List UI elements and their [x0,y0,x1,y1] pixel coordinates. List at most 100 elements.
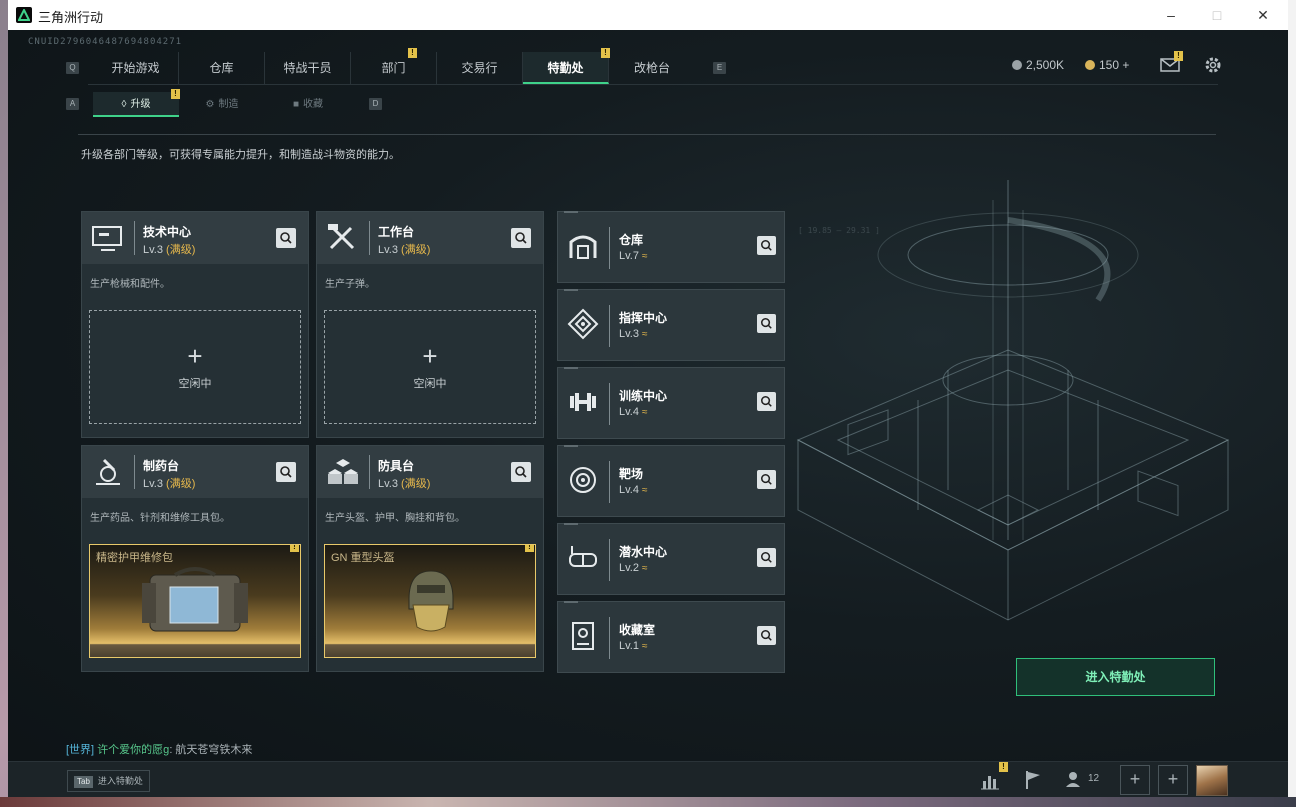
facility-level: Lv.4 ≈ [619,406,647,418]
level-value: Lv.3 [143,478,163,490]
facility-card-workbench[interactable]: 工作台 Lv.3 (满级) 生产子弹。 + 空闲中 [316,211,544,438]
facility-card-pharmacy[interactable]: 制药台 Lv.3 (满级) 生产药品、针剂和维修工具包。 精密护甲维修包 ! [81,445,309,672]
nav-next-key[interactable]: E [713,62,726,74]
maximize-button[interactable]: □ [1194,0,1240,30]
nav-prev-key[interactable]: Q [66,62,79,74]
tab-trade[interactable]: 交易行 [437,52,523,84]
chat-message[interactable]: [世界] 许个爱你的愿g: 航天苍穹铁木来 [66,741,252,757]
inspect-button[interactable] [757,626,776,645]
subnav-prev-key[interactable]: A [66,98,79,110]
minimize-button[interactable]: – [1148,0,1194,30]
repair-kit-image [142,567,248,632]
flag-button[interactable] [1018,765,1048,795]
facility-row-warehouse[interactable]: 仓库 Lv.7 ≈ [557,211,785,283]
tab-gunsmith[interactable]: 改枪台 [609,52,695,84]
panel-notch [564,445,578,447]
facility-row-diving-center[interactable]: 潜水中心 Lv.2 ≈ [557,523,785,595]
coin-balance[interactable]: 2,500K [1012,58,1064,72]
facility-row-shooting-range[interactable]: 靶场 Lv.4 ≈ [557,445,785,517]
inspect-button[interactable] [757,470,776,489]
craft-slot-empty[interactable]: + 空闲中 [324,310,536,424]
level-value: Lv.4 [619,406,639,418]
panel-notch [564,211,578,213]
dumbbell-icon [570,393,596,411]
ticket-icon [1085,60,1095,70]
facility-row-training-center[interactable]: 训练中心 Lv.4 ≈ [557,367,785,439]
row-divider [609,227,610,269]
tab-operators[interactable]: 特战干员 [265,52,351,84]
ticket-value: 150 [1099,58,1120,72]
enter-special-ops-button[interactable]: 进入特勤处 [1016,658,1215,696]
facility-row-collection-room[interactable]: 收藏室 Lv.1 ≈ [557,601,785,673]
sub-nav: ◊ 升级! ⚙ 制造 ■ 收藏 [93,89,351,117]
max-level-label: (满级) [166,478,196,490]
window-titlebar: 三角洲行动 – □ ✕ [8,0,1288,30]
inspect-button[interactable] [511,228,531,248]
stats-button[interactable]: ! [975,762,1008,795]
facility-description: 生产药品、针剂和维修工具包。 [90,513,230,524]
window-title: 三角洲行动 [38,10,104,25]
warehouse-icon [569,235,597,259]
inspect-button[interactable] [276,462,296,482]
tab-label: 交易行 [461,61,498,75]
craft-icon: ⚙ [205,99,215,110]
ticket-balance[interactable]: 150 + [1085,58,1129,72]
add-slot-button[interactable]: + [1158,765,1188,795]
upgrade-available-icon: ≈ [641,563,648,574]
add-currency-button[interactable]: + [1122,58,1129,72]
mail-button[interactable]: ! [1160,51,1183,73]
desktop-background-right [1288,0,1296,807]
facility-level: Lv.7 ≈ [619,250,647,262]
subnav-next-key[interactable]: D [369,98,382,110]
friends-button[interactable]: 12 [1064,765,1104,795]
craft-slot-empty[interactable]: + 空闲中 [89,310,301,424]
crafting-product[interactable]: GN 重型头盔 ! [324,544,536,658]
add-icon: + [422,341,438,371]
tab-start-game[interactable]: 开始游戏 [93,52,179,84]
add-slot-button[interactable]: + [1120,765,1150,795]
add-icon: + [187,341,203,371]
inspect-button[interactable] [757,236,776,255]
search-icon [515,232,527,244]
row-divider [609,461,610,503]
game-viewport: CNUID2796046487694804271 [19.85 — 29.31… [8,30,1288,797]
settings-button[interactable] [1204,56,1222,74]
inspect-button[interactable] [757,314,776,333]
tab-hint-button[interactable]: Tab 进入特勤处 [67,770,150,792]
subtab-collection[interactable]: ■ 收藏 [265,92,351,117]
facility-name: 靶场 [619,467,644,481]
player-uid: CNUID2796046487694804271 [28,37,183,47]
target-icon [570,467,596,493]
facility-card-armor-bench[interactable]: 防具台 Lv.3 (满级) 生产头盔、护甲、胸挂和背包。 GN 重型头盔 ! [316,445,544,672]
facility-row-command-center[interactable]: 指挥中心 Lv.3 ≈ [557,289,785,361]
tab-label: 仓库 [209,61,234,75]
tab-department[interactable]: 部门! [351,48,437,84]
tab-warehouse[interactable]: 仓库 [179,52,265,84]
upgrade-available-icon: ≈ [641,251,648,262]
collection-icon: ■ [292,99,300,110]
desktop-background-bottom [0,797,1296,807]
subtab-upgrade[interactable]: ◊ 升级! [93,89,180,117]
max-level-label: (满级) [401,478,431,490]
facility-name: 潜水中心 [619,545,668,559]
facility-card-tech-center[interactable]: 技术中心 Lv.3 (满级) 生产枪械和配件。 + 空闲中 [81,211,309,438]
upgrade-available-icon: ≈ [641,641,648,652]
avatar[interactable] [1196,765,1228,796]
crafting-product[interactable]: 精密护甲维修包 ! [89,544,301,658]
facility-description: 生产子弹。 [325,279,375,290]
facility-level: Lv.3 (满级) [143,241,195,257]
inspect-button[interactable] [757,548,776,567]
subtab-craft[interactable]: ⚙ 制造 [179,92,265,117]
inspect-button[interactable] [757,392,776,411]
facility-name: 技术中心 [143,225,192,239]
tab-label: 特战干员 [283,61,332,75]
stats-badge: ! [999,762,1008,772]
inspect-button[interactable] [511,462,531,482]
tab-special-ops[interactable]: 特勤处! [523,48,610,84]
search-icon [760,629,772,641]
search-icon [760,551,772,563]
inspect-button[interactable] [276,228,296,248]
level-value: Lv.1 [619,640,639,652]
close-button[interactable]: ✕ [1240,0,1286,30]
card-header: 工作台 Lv.3 (满级) [317,212,543,264]
